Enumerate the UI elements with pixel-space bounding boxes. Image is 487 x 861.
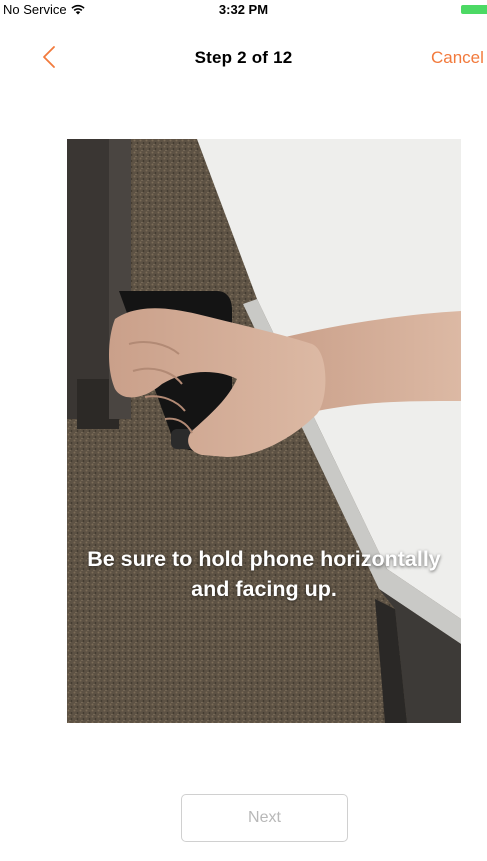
battery-icon (461, 5, 487, 14)
status-time: 3:32 PM (218, 2, 269, 17)
next-button[interactable]: Next (181, 794, 348, 842)
instruction-caption: Be sure to hold phone horizontally and f… (87, 547, 441, 601)
hand-holding-phone-illustration (67, 139, 461, 723)
nav-bar: Step 2 of 12 Cancel (0, 38, 487, 78)
instruction-photo: Be sure to hold phone horizontally and f… (67, 139, 461, 723)
cancel-button[interactable]: Cancel (431, 48, 484, 68)
status-bar: No Service 3:32 PM (0, 0, 487, 20)
page-title: Step 2 of 12 (194, 48, 293, 67)
